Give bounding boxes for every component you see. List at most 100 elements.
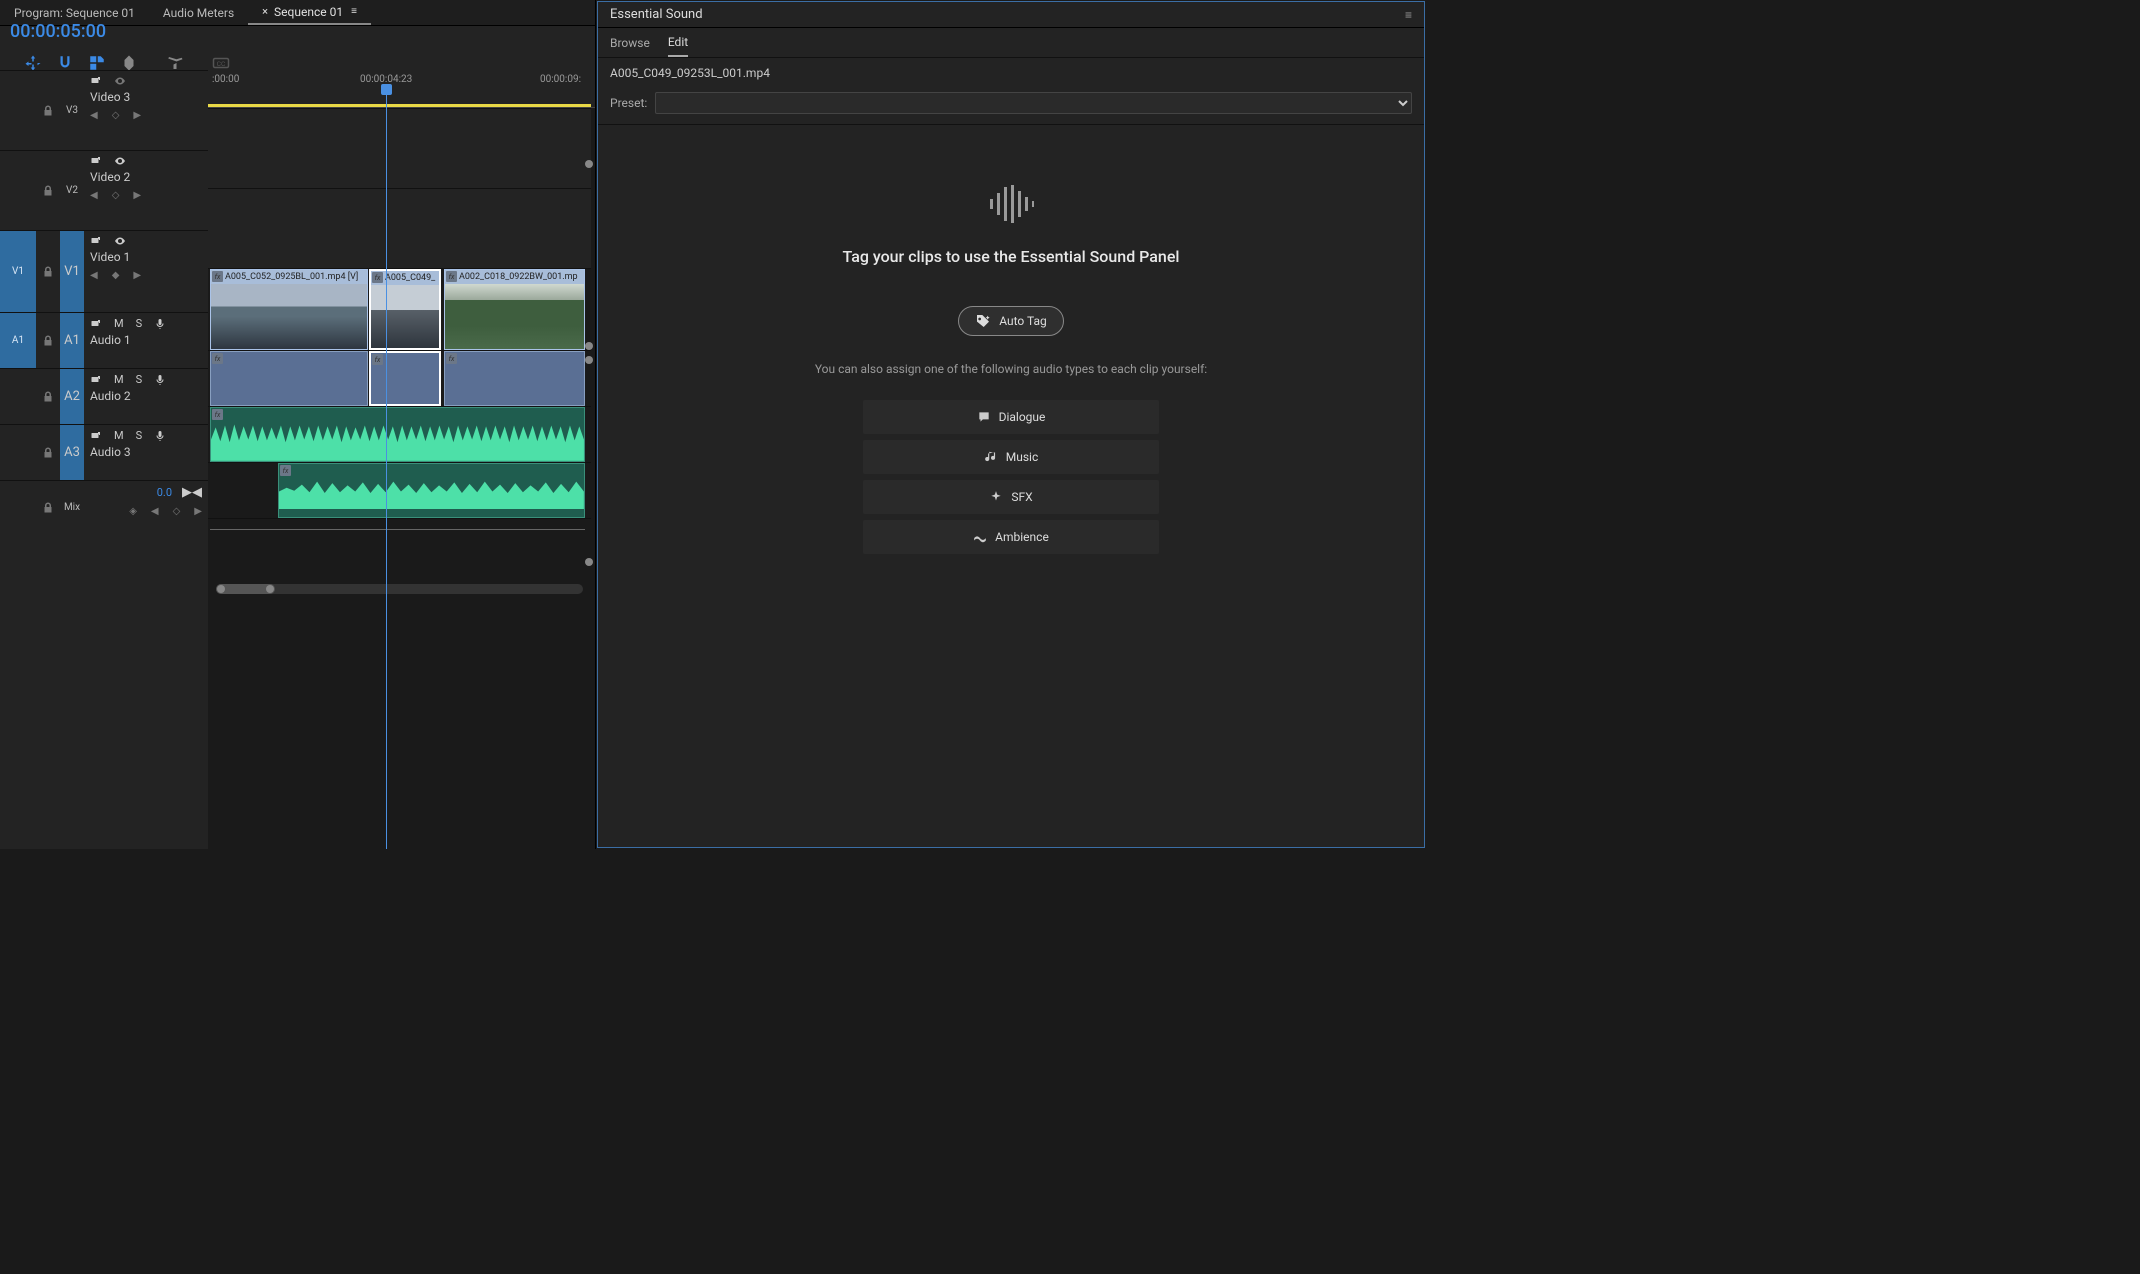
fx-badge[interactable]: fx xyxy=(446,271,457,282)
voiceover-icon[interactable] xyxy=(154,374,166,386)
track-header-a2[interactable]: A2 M S Audio 2 xyxy=(0,368,208,424)
lock-a1[interactable] xyxy=(36,313,60,368)
target-a3[interactable]: A3 xyxy=(60,425,84,480)
timeline-clips-area[interactable]: :00:00 00:00:04:23 00:00:09: fx A005_C05… xyxy=(208,70,595,849)
time-ruler[interactable]: :00:00 00:00:04:23 00:00:09: xyxy=(208,70,595,108)
sync-lock-icon[interactable] xyxy=(90,155,102,167)
scroll-dot[interactable] xyxy=(585,160,593,168)
tab-sequence-label: Sequence 01 xyxy=(274,5,343,19)
collapse-icon[interactable]: ▶◀ xyxy=(182,485,202,500)
auto-tag-button[interactable]: Auto Tag xyxy=(958,306,1064,336)
sync-lock-icon[interactable] xyxy=(90,75,102,87)
clip-a1-1[interactable]: fx xyxy=(210,351,368,406)
mute-button[interactable]: M xyxy=(114,373,124,386)
track-header-v3[interactable]: V3 Video 3 ◀◇▶ xyxy=(0,70,208,150)
tab-edit[interactable]: Edit xyxy=(668,28,688,57)
clip-v1-1[interactable]: fx A005_C052_0925BL_001.mp4 [V] xyxy=(210,269,368,350)
horizontal-scrollbar[interactable] xyxy=(216,584,583,594)
keyframe-nav-v2[interactable]: ◀◇▶ xyxy=(90,190,202,201)
fx-badge[interactable]: fx xyxy=(372,272,383,283)
fx-badge[interactable]: fx xyxy=(446,353,457,364)
dialogue-label: Dialogue xyxy=(999,410,1046,424)
mute-button[interactable]: M xyxy=(114,429,124,442)
scrollbar-thumb[interactable] xyxy=(216,584,275,594)
mute-button[interactable]: M xyxy=(114,317,124,330)
clip-a2-1[interactable]: fx xyxy=(210,407,585,462)
clip-v1-2[interactable]: fx A005_C049_ xyxy=(369,269,441,350)
track-header-v2[interactable]: V2 Video 2 ◀◇▶ xyxy=(0,150,208,230)
fx-badge[interactable]: fx xyxy=(212,271,223,282)
tab-menu-icon[interactable]: ≡ xyxy=(351,6,357,17)
scroll-dot[interactable] xyxy=(585,558,593,566)
keyframe-nav-v1[interactable]: ◀◆▶ xyxy=(90,270,202,281)
sync-lock-icon[interactable] xyxy=(90,318,102,330)
captions-icon[interactable]: CC xyxy=(212,54,230,72)
source-patch-a2[interactable] xyxy=(0,369,36,424)
work-area-bar[interactable] xyxy=(208,104,591,107)
lock-a2[interactable] xyxy=(36,369,60,424)
lock-a3[interactable] xyxy=(36,425,60,480)
timecode-display[interactable]: 00:00:05:00 xyxy=(10,21,240,42)
settings-icon[interactable] xyxy=(166,54,184,72)
scroll-dot[interactable] xyxy=(585,356,593,364)
eye-icon[interactable] xyxy=(114,155,126,167)
clip-a1-2[interactable]: fx xyxy=(369,351,441,406)
keyframe-nav-mix[interactable]: ◈◀◇▶ xyxy=(90,506,202,517)
sync-lock-icon[interactable] xyxy=(90,374,102,386)
snap-icon[interactable] xyxy=(56,54,74,72)
clip-a1-3[interactable]: fx xyxy=(444,351,585,406)
eye-icon[interactable] xyxy=(114,235,126,247)
track-header-mix[interactable]: Mix 0.0 ▶◀ ◈◀◇▶ xyxy=(0,480,208,534)
tab-sequence[interactable]: × Sequence 01 ≡ xyxy=(248,0,371,25)
source-patch-v1[interactable]: V1 xyxy=(0,231,36,312)
clip-a3-1[interactable]: fx xyxy=(278,463,585,518)
mix-label: Mix xyxy=(60,481,84,534)
source-patch-a1[interactable]: A1 xyxy=(0,313,36,368)
target-a2[interactable]: A2 xyxy=(60,369,84,424)
keyframe-nav-v3[interactable]: ◀◇▶ xyxy=(90,110,202,121)
panel-menu-icon[interactable]: ≡ xyxy=(1405,8,1412,22)
audio-type-ambience[interactable]: Ambience xyxy=(863,520,1159,554)
solo-button[interactable]: S xyxy=(136,373,143,386)
essential-sound-tabs: Browse Edit xyxy=(598,28,1424,58)
audio-type-dialogue[interactable]: Dialogue xyxy=(863,400,1159,434)
sync-lock-icon[interactable] xyxy=(90,430,102,442)
target-v2[interactable]: V2 xyxy=(60,151,84,230)
lock-mix[interactable] xyxy=(36,481,60,534)
target-a1[interactable]: A1 xyxy=(60,313,84,368)
preset-dropdown[interactable] xyxy=(655,92,1412,114)
waveform xyxy=(279,474,584,509)
lock-v2[interactable] xyxy=(36,151,60,230)
sync-lock-icon[interactable] xyxy=(90,235,102,247)
track-header-a3[interactable]: A3 M S Audio 3 xyxy=(0,424,208,480)
eye-icon[interactable] xyxy=(114,75,126,87)
mix-value[interactable]: 0.0 xyxy=(157,486,172,499)
marker-icon[interactable] xyxy=(120,54,138,72)
solo-button[interactable]: S xyxy=(136,317,143,330)
lock-v1[interactable] xyxy=(36,231,60,312)
clip-v1-3[interactable]: fx A002_C018_0922BW_001.mp xyxy=(444,269,585,350)
source-patch-v2[interactable] xyxy=(0,151,36,230)
dialogue-icon xyxy=(977,410,991,424)
tab-browse[interactable]: Browse xyxy=(610,28,650,57)
source-patch-a3[interactable] xyxy=(0,425,36,480)
insert-overwrite-icon[interactable] xyxy=(24,54,42,72)
playhead[interactable] xyxy=(386,86,387,849)
track-header-v1[interactable]: V1 V1 Video 1 ◀◆▶ xyxy=(0,230,208,312)
audio-type-sfx[interactable]: SFX xyxy=(863,480,1159,514)
voiceover-icon[interactable] xyxy=(154,318,166,330)
preset-label: Preset: xyxy=(610,96,647,110)
voiceover-icon[interactable] xyxy=(154,430,166,442)
fx-badge[interactable]: fx xyxy=(212,353,223,364)
close-icon[interactable]: × xyxy=(262,5,268,18)
track-header-a1[interactable]: A1 A1 M S Audio 1 xyxy=(0,312,208,368)
target-v1[interactable]: V1 xyxy=(60,231,84,312)
source-patch-v3[interactable] xyxy=(0,71,36,150)
linked-selection-icon[interactable] xyxy=(88,54,106,72)
fx-badge[interactable]: fx xyxy=(372,354,383,365)
scroll-dot[interactable] xyxy=(585,342,593,350)
lock-v3[interactable] xyxy=(36,71,60,150)
audio-type-music[interactable]: Music xyxy=(863,440,1159,474)
target-v3[interactable]: V3 xyxy=(60,71,84,150)
solo-button[interactable]: S xyxy=(136,429,143,442)
